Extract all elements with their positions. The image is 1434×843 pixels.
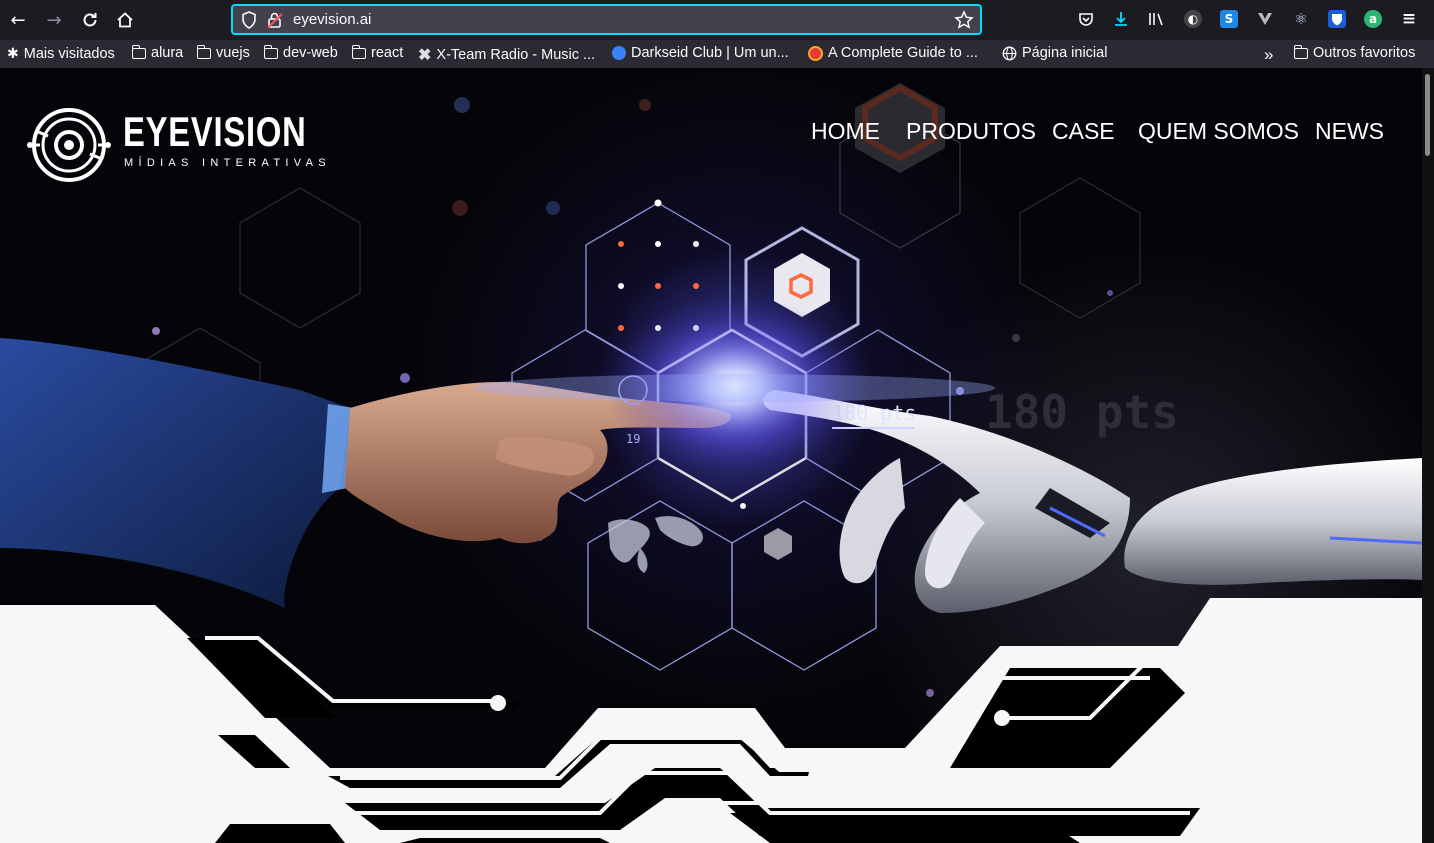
forward-icon[interactable]: → [40,6,68,34]
bookmark-alura[interactable]: alura [131,44,184,61]
bookmark-complete-guide[interactable]: A Complete Guide to ... [808,45,978,61]
bookmark-dev-web[interactable]: dev-web [263,44,338,61]
folder-icon [351,44,366,59]
bookmark-darkseid-club[interactable]: Darkseid Club | Um un... [612,45,789,61]
bookmark-label: vuejs [216,45,250,61]
gear-icon: ✱ [7,45,19,61]
back-icon[interactable]: ← [4,6,32,34]
bookmark-mais-visitados[interactable]: ✱ Mais visitados [7,45,115,62]
bookmark-label: Página inicial [1022,45,1108,61]
nav-home[interactable]: HOME [811,118,880,145]
nav-produtos[interactable]: PRODUTOS [906,118,1036,145]
bookmark-label: Outros favoritos [1313,45,1416,61]
nav-quem-somos[interactable]: QUEM SOMOS [1138,118,1299,145]
bookmark-label: A Complete Guide to ... [828,45,978,61]
extension-avatar-icon[interactable]: ◐ [1184,10,1202,28]
xteam-icon: ✖ [418,47,432,64]
bookmarks-overflow-chevron-icon[interactable]: » [1264,45,1273,65]
brand-name[interactable]: EYEVISION [123,108,307,156]
nav-case[interactable]: CASE [1052,118,1115,145]
bookmark-vuejs[interactable]: vuejs [196,44,250,61]
extension-v-icon[interactable] [1256,10,1274,28]
reload-icon[interactable] [76,6,104,34]
bookmark-react[interactable]: react [351,44,404,61]
guide-icon [808,45,823,61]
extension-s-icon[interactable]: S [1220,10,1238,28]
scrollbar-thumb[interactable] [1425,74,1430,156]
folder-icon [263,44,278,59]
webpage-hero: 180 pts 180 pts 19 [0,68,1422,843]
bookmark-label: dev-web [283,45,338,61]
bookmark-label: X-Team Radio - Music ... [436,47,596,63]
page-scrollbar[interactable] [1422,68,1434,843]
darkseid-icon [612,46,626,60]
bookmark-xteam-radio[interactable]: ✖ X-Team Radio - Music ... [418,45,595,65]
folder-icon [1293,44,1308,59]
react-devtools-icon[interactable]: ⚛ [1292,10,1310,28]
bookmark-label: Darkseid Club | Um un... [631,45,789,61]
shield-icon[interactable] [241,11,257,29]
brand-tagline: MÍDIAS INTERATIVAS [124,157,331,169]
nav-news[interactable]: NEWS [1315,118,1384,145]
menu-icon[interactable]: ≡ [1400,9,1418,29]
library-icon[interactable] [1148,10,1166,28]
pocket-icon[interactable] [1077,10,1095,28]
bookmark-label: alura [151,45,184,61]
folder-icon [196,44,211,59]
bookmark-label: Mais visitados [23,45,115,62]
globe-icon [1002,46,1017,60]
lock-insecure-icon[interactable] [267,11,283,29]
download-icon[interactable] [1112,10,1130,28]
bookmark-star-icon[interactable] [954,10,974,30]
bookmark-pagina-inicial[interactable]: Página inicial [1002,45,1107,61]
bookmark-label: react [371,45,404,61]
folder-icon [131,44,146,59]
bitwarden-icon[interactable] [1328,10,1346,28]
bookmarks-toolbar: ✱ Mais visitados alura vuejs dev-web rea… [0,40,1434,68]
browser-toolbar: ← → eyevision.ai ◐ S ⚛ a ≡ [0,0,1434,40]
bookmark-outros-favoritos[interactable]: Outros favoritos [1293,44,1416,61]
url-text[interactable]: eyevision.ai [293,11,371,28]
home-icon[interactable] [111,6,139,34]
extension-a-icon[interactable]: a [1364,10,1382,28]
url-bar[interactable]: eyevision.ai [231,4,982,35]
